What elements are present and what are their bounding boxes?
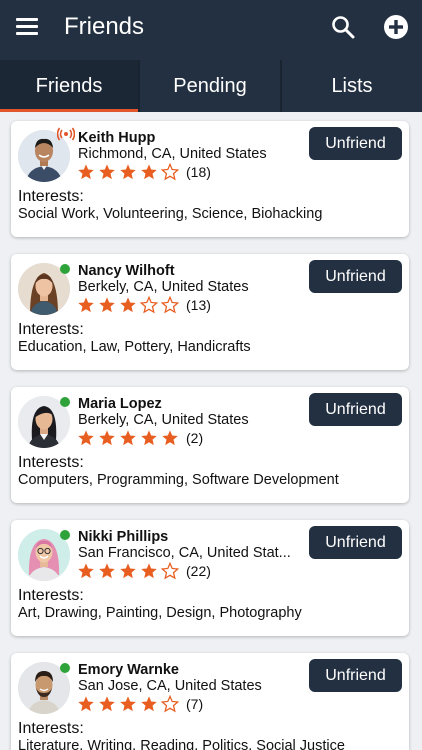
star-rating: (22)	[77, 561, 211, 581]
star-filled-icon	[78, 563, 94, 579]
online-status-dot	[60, 397, 70, 407]
star-filled-icon	[78, 430, 94, 446]
star-filled-icon	[141, 164, 157, 180]
friend-card[interactable]: Nancy Wilhoft Berkely, CA, United States…	[11, 254, 409, 370]
tab-lists[interactable]: Lists	[282, 60, 422, 112]
tab-bar: Friends Pending Lists	[0, 60, 422, 112]
star-empty-icon	[161, 163, 179, 181]
interests-text: Education, Law, Pottery, Handicrafts	[18, 339, 251, 355]
tab-label: Lists	[331, 74, 373, 97]
review-count: (2)	[186, 430, 204, 446]
broadcast-icon	[57, 127, 75, 141]
star-empty-icon	[161, 695, 179, 713]
review-count: (18)	[186, 164, 211, 180]
star-rating: (18)	[77, 162, 211, 182]
interests-text: Art, Drawing, Painting, Design, Photogra…	[18, 605, 302, 621]
active-tab-indicator	[0, 109, 138, 112]
tab-label: Friends	[35, 74, 103, 97]
friend-card[interactable]: Keith Hupp Richmond, CA, United States (…	[11, 121, 409, 237]
friend-card[interactable]: Maria Lopez Berkely, CA, United States (…	[11, 387, 409, 503]
star-rating: (2)	[77, 428, 203, 448]
star-filled-icon	[141, 430, 157, 446]
interests-text: Social Work, Volunteering, Science, Bioh…	[18, 206, 323, 222]
star-filled-icon	[120, 696, 136, 712]
unfriend-button[interactable]: Unfriend	[309, 260, 402, 293]
friend-name[interactable]: Keith Hupp	[78, 130, 155, 146]
friend-location: San Francisco, CA, United Stat...	[78, 545, 291, 561]
star-filled-icon	[120, 297, 136, 313]
interests-label: Interests:	[18, 454, 84, 471]
star-filled-icon	[78, 297, 94, 313]
review-count: (13)	[186, 297, 211, 313]
unfriend-button[interactable]: Unfriend	[309, 127, 402, 160]
menu-icon[interactable]	[14, 14, 40, 40]
interests-label: Interests:	[18, 720, 84, 737]
friend-location: Berkely, CA, United States	[78, 279, 249, 295]
star-rating: (7)	[77, 694, 203, 714]
interests-label: Interests:	[18, 188, 84, 205]
star-filled-icon	[99, 164, 115, 180]
app-header: Friends Friends Pending Lists	[0, 0, 422, 112]
star-filled-icon	[78, 164, 94, 180]
star-empty-icon	[161, 296, 179, 314]
star-filled-icon	[120, 563, 136, 579]
interests-label: Interests:	[18, 321, 84, 338]
tab-friends[interactable]: Friends	[0, 60, 138, 112]
friend-name[interactable]: Maria Lopez	[78, 396, 162, 412]
add-circle-icon[interactable]	[383, 14, 409, 40]
star-filled-icon	[162, 430, 178, 446]
online-status-dot	[60, 663, 70, 673]
star-filled-icon	[120, 164, 136, 180]
star-filled-icon	[99, 696, 115, 712]
star-empty-icon	[161, 562, 179, 580]
friend-location: Richmond, CA, United States	[78, 146, 267, 162]
online-status-dot	[60, 530, 70, 540]
online-status-dot	[60, 264, 70, 274]
search-icon[interactable]	[330, 14, 356, 40]
unfriend-button[interactable]: Unfriend	[309, 659, 402, 692]
star-filled-icon	[78, 696, 94, 712]
friend-location: Berkely, CA, United States	[78, 412, 249, 428]
friend-name[interactable]: Nancy Wilhoft	[78, 263, 175, 279]
tab-pending[interactable]: Pending	[140, 60, 280, 112]
friend-card[interactable]: Nikki Phillips San Francisco, CA, United…	[11, 520, 409, 636]
unfriend-button[interactable]: Unfriend	[309, 393, 402, 426]
star-filled-icon	[141, 696, 157, 712]
friend-location: San Jose, CA, United States	[78, 678, 262, 694]
interests-text: Literature, Writing, Reading, Politics, …	[18, 738, 345, 750]
interests-text: Computers, Programming, Software Develop…	[18, 472, 339, 488]
unfriend-button[interactable]: Unfriend	[309, 526, 402, 559]
page-title: Friends	[64, 13, 145, 40]
friend-name[interactable]: Emory Warnke	[78, 662, 179, 678]
star-filled-icon	[120, 430, 136, 446]
star-filled-icon	[99, 430, 115, 446]
friend-name[interactable]: Nikki Phillips	[78, 529, 168, 545]
star-filled-icon	[141, 563, 157, 579]
star-filled-icon	[99, 563, 115, 579]
star-filled-icon	[99, 297, 115, 313]
review-count: (22)	[186, 563, 211, 579]
tab-label: Pending	[173, 74, 247, 97]
star-rating: (13)	[77, 295, 211, 315]
friend-card[interactable]: Emory Warnke San Jose, CA, United States…	[11, 653, 409, 750]
interests-label: Interests:	[18, 587, 84, 604]
star-empty-icon	[140, 296, 158, 314]
review-count: (7)	[186, 696, 204, 712]
